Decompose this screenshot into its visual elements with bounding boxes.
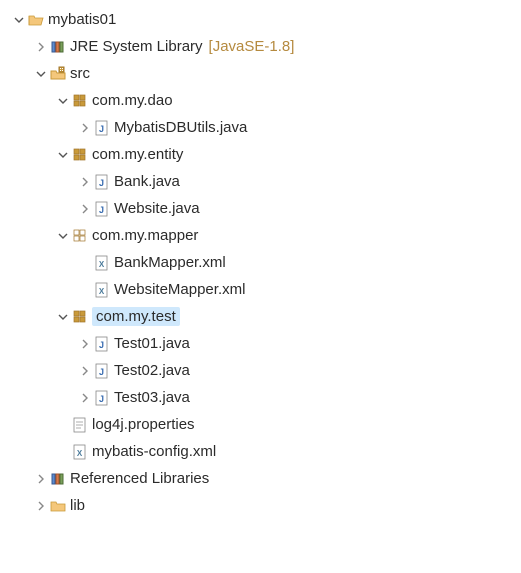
tree-item-label: lib [70, 497, 85, 514]
svg-text:J: J [99, 367, 104, 377]
tree-item-label: mybatis-config.xml [92, 443, 216, 460]
expand-arrow-icon[interactable] [34, 499, 48, 513]
svg-text:J: J [99, 394, 104, 404]
svg-text:J: J [99, 340, 104, 350]
tree-item-label: log4j.properties [92, 416, 195, 433]
tree-item-label: com.my.test [92, 307, 180, 326]
expand-arrow-icon[interactable] [34, 40, 48, 54]
tree-item-label: com.my.entity [92, 146, 183, 163]
tree-item[interactable]: com.my.entity [0, 141, 521, 168]
tree-item-label: com.my.mapper [92, 227, 198, 244]
tree-item-label: Test03.java [114, 389, 190, 406]
tree-item-label: WebsiteMapper.xml [114, 281, 245, 298]
svg-text:J: J [99, 124, 104, 134]
tree-item-label: Test02.java [114, 362, 190, 379]
svg-text:J: J [99, 178, 104, 188]
tree-item-label: mybatis01 [48, 11, 116, 28]
tree-item[interactable]: J Test01.java [0, 330, 521, 357]
svg-text:X: X [99, 287, 105, 296]
tree-item[interactable]: J Test02.java [0, 357, 521, 384]
collapse-arrow-icon[interactable] [56, 94, 70, 108]
project-open-icon [28, 12, 44, 28]
ref-library-icon [50, 471, 66, 487]
xml-file-icon: X [94, 282, 110, 298]
tree-item-label: Referenced Libraries [70, 470, 209, 487]
java-file-icon: J [94, 363, 110, 379]
package-icon [72, 147, 88, 163]
java-file-icon: J [94, 201, 110, 217]
java-file-icon: J [94, 336, 110, 352]
tree-item-label: com.my.dao [92, 92, 173, 109]
collapse-arrow-icon[interactable] [34, 67, 48, 81]
tree-item-label: Bank.java [114, 173, 180, 190]
svg-text:J: J [99, 205, 104, 215]
tree-item[interactable]: J Test03.java [0, 384, 521, 411]
collapse-arrow-icon[interactable] [56, 229, 70, 243]
tree-item-label: MybatisDBUtils.java [114, 119, 247, 136]
expand-arrow-icon[interactable] [78, 337, 92, 351]
tree-item[interactable]: com.my.mapper [0, 222, 521, 249]
java-file-icon: J [94, 174, 110, 190]
tree-item[interactable]: J Website.java [0, 195, 521, 222]
tree-item-label: Test01.java [114, 335, 190, 352]
svg-text:X: X [99, 260, 105, 269]
tree-item[interactable]: X BankMapper.xml [0, 249, 521, 276]
collapse-arrow-icon[interactable] [56, 310, 70, 324]
java-file-icon: J [94, 120, 110, 136]
folder-icon [50, 498, 66, 514]
svg-text:X: X [77, 449, 83, 458]
tree-item[interactable]: mybatis01 [0, 6, 521, 33]
tree-item[interactable]: JRE System Library [JavaSE-1.8] [0, 33, 521, 60]
text-file-icon [72, 417, 88, 433]
java-file-icon: J [94, 390, 110, 406]
xml-file-icon: X [72, 444, 88, 460]
package-icon [72, 309, 88, 325]
expand-arrow-icon[interactable] [78, 121, 92, 135]
tree-item[interactable]: com.my.dao [0, 87, 521, 114]
tree-item-label: src [70, 65, 90, 82]
tree-item[interactable]: com.my.test [0, 303, 521, 330]
tree-item-label: Website.java [114, 200, 200, 217]
tree-item-label: JRE System Library [70, 38, 203, 55]
tree-item[interactable]: log4j.properties [0, 411, 521, 438]
xml-file-icon: X [94, 255, 110, 271]
tree-item[interactable]: lib [0, 492, 521, 519]
package-white-icon [72, 228, 88, 244]
expand-arrow-icon[interactable] [78, 175, 92, 189]
folder-src-icon [50, 66, 66, 82]
collapse-arrow-icon[interactable] [12, 13, 26, 27]
tree-item-decorator: [JavaSE-1.8] [209, 38, 295, 55]
package-explorer-tree: mybatis01 JRE System Library [JavaSE-1.8] s… [0, 6, 521, 519]
tree-item[interactable]: J MybatisDBUtils.java [0, 114, 521, 141]
tree-item-label: BankMapper.xml [114, 254, 226, 271]
tree-item[interactable]: src [0, 60, 521, 87]
expand-arrow-icon[interactable] [78, 391, 92, 405]
tree-item[interactable]: Xmybatis-config.xml [0, 438, 521, 465]
package-icon [72, 93, 88, 109]
expand-arrow-icon[interactable] [78, 202, 92, 216]
jre-library-icon [50, 39, 66, 55]
tree-item[interactable]: Referenced Libraries [0, 465, 521, 492]
collapse-arrow-icon[interactable] [56, 148, 70, 162]
expand-arrow-icon[interactable] [78, 364, 92, 378]
tree-item[interactable]: X WebsiteMapper.xml [0, 276, 521, 303]
tree-item[interactable]: J Bank.java [0, 168, 521, 195]
expand-arrow-icon[interactable] [34, 472, 48, 486]
